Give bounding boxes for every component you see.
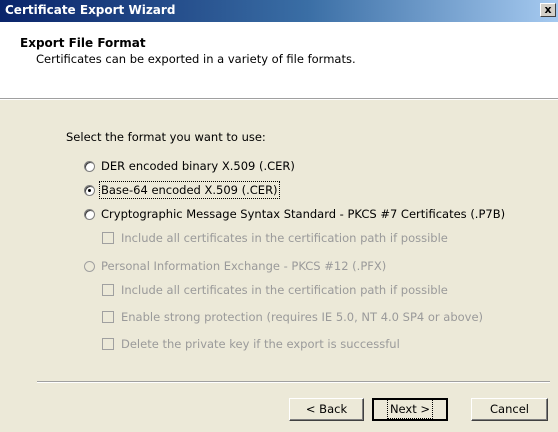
radio-base64-option[interactable]: Base-64 encoded X.509 (.CER) bbox=[84, 181, 280, 199]
pkcs12-include-chain-label: Include all certificates in the certific… bbox=[121, 283, 448, 297]
header-divider bbox=[0, 98, 558, 100]
pkcs12-include-chain-option: Include all certificates in the certific… bbox=[102, 282, 448, 298]
window-title: Certificate Export Wizard bbox=[5, 3, 176, 17]
cancel-button[interactable]: Cancel bbox=[471, 398, 548, 421]
base64-radio[interactable] bbox=[84, 184, 95, 196]
back-button-label: < Back bbox=[305, 402, 348, 416]
format-prompt: Select the format you want to use: bbox=[66, 130, 266, 144]
title-bar[interactable]: Certificate Export Wizard x bbox=[0, 0, 558, 22]
strong-protection-checkbox bbox=[102, 311, 114, 323]
pkcs7-label[interactable]: Cryptographic Message Syntax Standard - … bbox=[101, 207, 505, 221]
strong-protection-option: Enable strong protection (requires IE 5.… bbox=[102, 309, 483, 325]
radio-pkcs7-option[interactable]: Cryptographic Message Syntax Standard - … bbox=[84, 206, 505, 222]
pkcs7-include-chain-checkbox bbox=[102, 232, 114, 244]
cancel-button-label: Cancel bbox=[490, 402, 529, 416]
radio-der-option[interactable]: DER encoded binary X.509 (.CER) bbox=[84, 158, 295, 174]
page-title: Export File Format bbox=[20, 36, 146, 50]
pkcs7-radio[interactable] bbox=[84, 208, 95, 220]
close-button[interactable]: x bbox=[540, 3, 556, 17]
wizard-header: Export File Format Certificates can be e… bbox=[0, 22, 558, 98]
base64-label[interactable]: Base-64 encoded X.509 (.CER) bbox=[99, 181, 280, 199]
next-button[interactable]: Next > bbox=[372, 398, 448, 421]
next-button-label: Next > bbox=[386, 399, 434, 419]
certificate-export-wizard-window: Certificate Export Wizard x Export File … bbox=[0, 0, 558, 432]
strong-protection-label: Enable strong protection (requires IE 5.… bbox=[121, 310, 484, 324]
pkcs12-label: Personal Information Exchange - PKCS #12… bbox=[101, 259, 387, 273]
delete-private-key-label: Delete the private key if the export is … bbox=[121, 337, 400, 351]
pkcs12-radio bbox=[84, 260, 95, 272]
footer-divider bbox=[37, 381, 550, 383]
back-button[interactable]: < Back bbox=[289, 398, 364, 421]
pkcs7-include-chain-option: Include all certificates in the certific… bbox=[102, 230, 448, 246]
close-icon: x bbox=[544, 3, 552, 16]
pkcs12-include-chain-checkbox bbox=[102, 284, 114, 296]
radio-pkcs12-option: Personal Information Exchange - PKCS #12… bbox=[84, 258, 386, 274]
pkcs7-include-chain-label: Include all certificates in the certific… bbox=[121, 231, 448, 245]
page-subtitle: Certificates can be exported in a variet… bbox=[36, 52, 356, 66]
der-radio[interactable] bbox=[84, 160, 95, 172]
delete-private-key-checkbox bbox=[102, 338, 114, 350]
delete-private-key-option: Delete the private key if the export is … bbox=[102, 336, 400, 352]
der-label[interactable]: DER encoded binary X.509 (.CER) bbox=[101, 159, 295, 173]
